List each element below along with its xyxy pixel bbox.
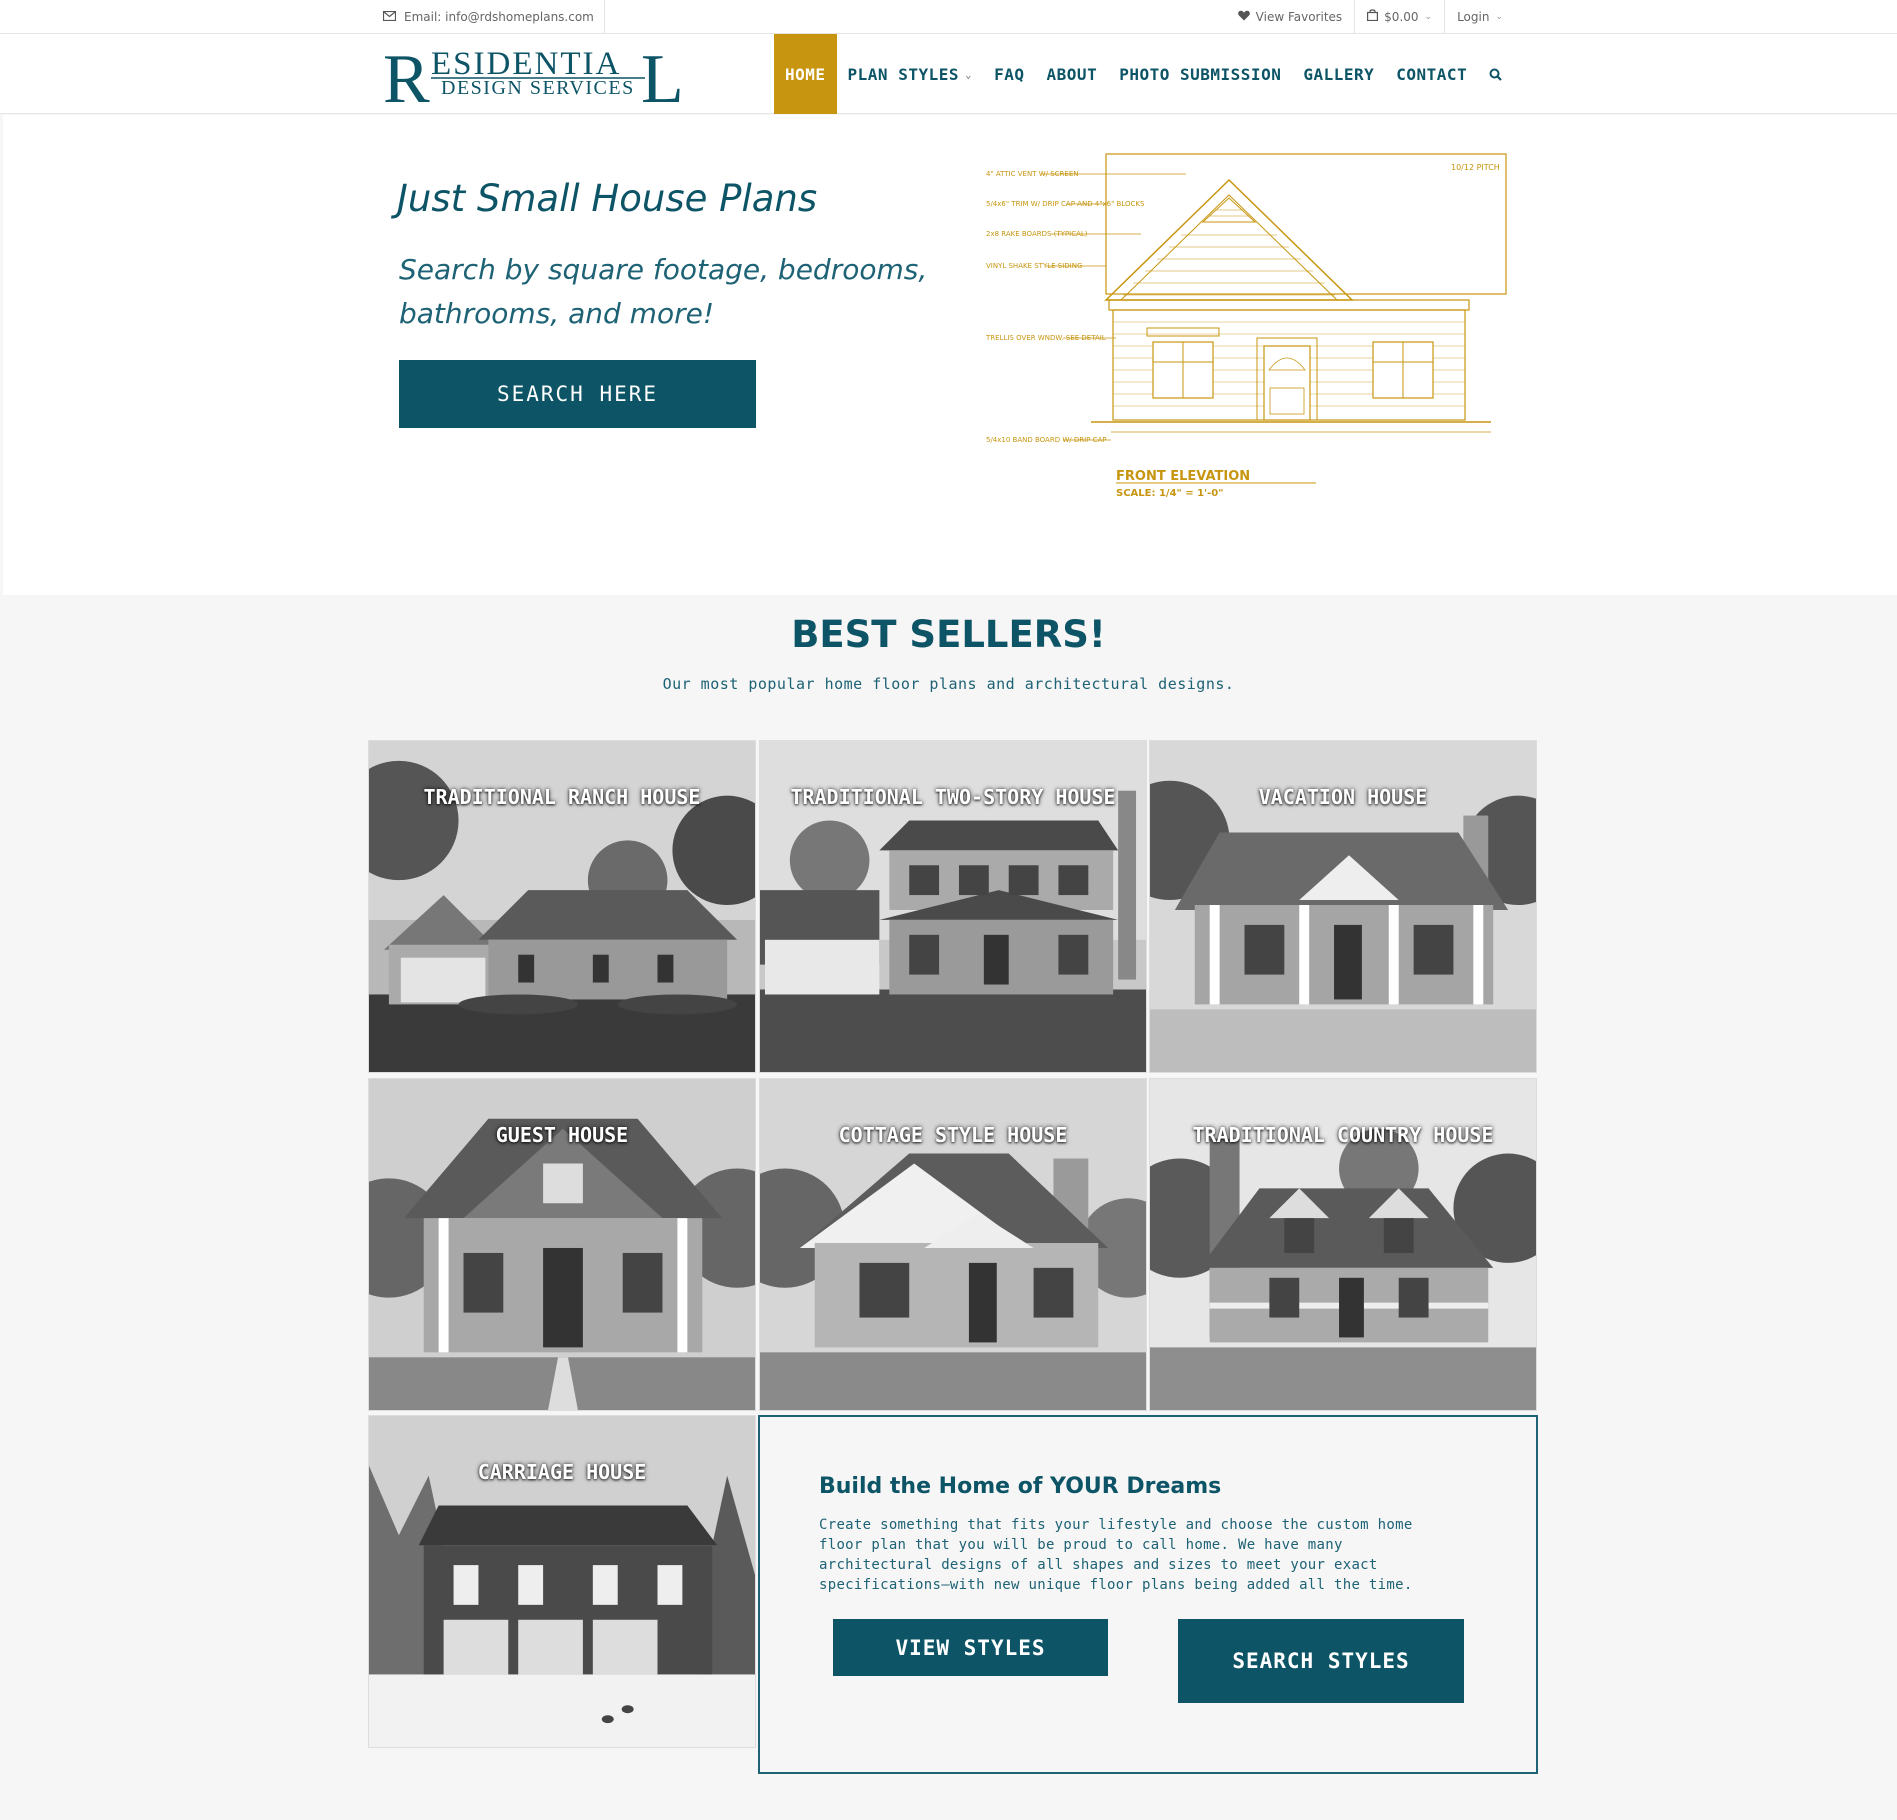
plan-card-guest[interactable]: GUEST HOUSE xyxy=(368,1078,756,1411)
nav-contact[interactable]: CONTACT xyxy=(1385,34,1478,114)
svg-text:FRONT ELEVATION: FRONT ELEVATION xyxy=(1116,469,1250,484)
login-label: Login xyxy=(1457,9,1490,24)
plan-card-title: TRADITIONAL TWO-STORY HOUSE xyxy=(790,785,1116,809)
hero-section: Just Small House Plans Search by square … xyxy=(3,115,1897,595)
hero-title: Just Small House Plans xyxy=(397,177,818,220)
build-dreams-panel: Build the Home of YOUR Dreams Create som… xyxy=(758,1415,1538,1774)
nav-about[interactable]: ABOUT xyxy=(1036,34,1109,114)
plan-card-traditional-ranch[interactable]: TRADITIONAL RANCH HOUSE xyxy=(368,740,756,1073)
favorites-link[interactable]: View Favorites xyxy=(1226,0,1355,33)
plan-card-carriage[interactable]: CARRIAGE HOUSE xyxy=(368,1415,756,1748)
nav-photo-submission[interactable]: PHOTO SUBMISSION xyxy=(1108,34,1292,114)
best-sellers-title: BEST SELLERS! xyxy=(791,613,1106,656)
main-nav: HOME PLAN STYLES ⌄ FAQ ABOUT PHOTO SUBMIS… xyxy=(774,34,1513,114)
chevron-down-icon: ⌄ xyxy=(1495,11,1503,22)
nav-plan-styles[interactable]: PLAN STYLES ⌄ xyxy=(837,34,984,114)
search-icon[interactable] xyxy=(1478,34,1513,114)
front-elevation-drawing: 10/12 PITCH 4" ATTIC VENT W/ SCREEN 5/4x… xyxy=(985,153,1507,499)
site-header: R ESIDENTIA DESIGN SERVICES L HOME PLAN … xyxy=(0,34,1897,118)
plan-card-title: TRADITIONAL RANCH HOUSE xyxy=(423,785,701,809)
plan-card-vacation[interactable]: VACATION HOUSE xyxy=(1149,740,1537,1073)
svg-text:5/4x6" TRIM W/ DRIP CAP AND 4": 5/4x6" TRIM W/ DRIP CAP AND 4"x6" BLOCKS xyxy=(986,200,1145,208)
best-sellers-subtitle: Our most popular home floor plans and ar… xyxy=(662,675,1235,693)
chevron-down-icon: ⌄ xyxy=(1424,11,1433,22)
svg-text:SCALE: 1/4" = 1'-0": SCALE: 1/4" = 1'-0" xyxy=(1116,488,1223,499)
plan-card-title: TRADITIONAL COUNTRY HOUSE xyxy=(1192,1123,1494,1147)
search-styles-button[interactable]: SEARCH STYLES xyxy=(1178,1619,1464,1703)
site-logo[interactable]: R ESIDENTIA DESIGN SERVICES L xyxy=(383,41,695,118)
svg-text:DESIGN SERVICES: DESIGN SERVICES xyxy=(441,77,635,99)
cart-total: $0.00 xyxy=(1384,9,1419,24)
nav-home[interactable]: HOME xyxy=(774,34,837,114)
favorites-label: View Favorites xyxy=(1255,9,1343,24)
plan-card-title: GUEST HOUSE xyxy=(495,1123,629,1147)
nav-plan-styles-label: PLAN STYLES xyxy=(847,64,959,84)
envelope-icon xyxy=(382,10,397,24)
plan-card-traditional-two-story[interactable]: TRADITIONAL TWO-STORY HOUSE xyxy=(759,740,1147,1073)
contact-email[interactable]: Email: info@rdshomeplans.com xyxy=(382,0,605,33)
plan-card-title: COTTAGE STYLE HOUSE xyxy=(838,1123,1068,1147)
nav-faq[interactable]: FAQ xyxy=(983,34,1035,114)
chevron-down-icon: ⌄ xyxy=(965,67,973,81)
heart-icon xyxy=(1237,10,1250,24)
cart-dropdown[interactable]: $0.00 ⌄ xyxy=(1354,0,1444,33)
build-dreams-title: Build the Home of YOUR Dreams xyxy=(819,1474,1222,1499)
build-dreams-text: Create something that fits your lifestyl… xyxy=(819,1517,1413,1593)
top-bar: Email: info@rdshomeplans.com View Favori… xyxy=(0,0,1897,34)
bag-icon xyxy=(1367,9,1379,24)
plan-card-title: CARRIAGE HOUSE xyxy=(477,1460,647,1484)
hero-subtitle: Search by square footage, bedrooms, bath… xyxy=(399,253,928,330)
plan-card-traditional-country[interactable]: TRADITIONAL COUNTRY HOUSE xyxy=(1149,1078,1537,1411)
search-here-button[interactable]: SEARCH HERE xyxy=(399,360,756,428)
email-text: Email: info@rdshomeplans.com xyxy=(404,9,594,24)
svg-text:10/12 PITCH: 10/12 PITCH xyxy=(1451,163,1500,172)
svg-text:L: L xyxy=(641,42,684,106)
plan-card-title: VACATION HOUSE xyxy=(1258,785,1428,809)
view-styles-button[interactable]: VIEW STYLES xyxy=(833,1619,1108,1676)
plan-card-cottage-style[interactable]: COTTAGE STYLE HOUSE xyxy=(759,1078,1147,1411)
login-dropdown[interactable]: Login ⌄ xyxy=(1444,0,1515,33)
svg-text:R: R xyxy=(383,42,430,106)
nav-gallery[interactable]: GALLERY xyxy=(1292,34,1385,114)
